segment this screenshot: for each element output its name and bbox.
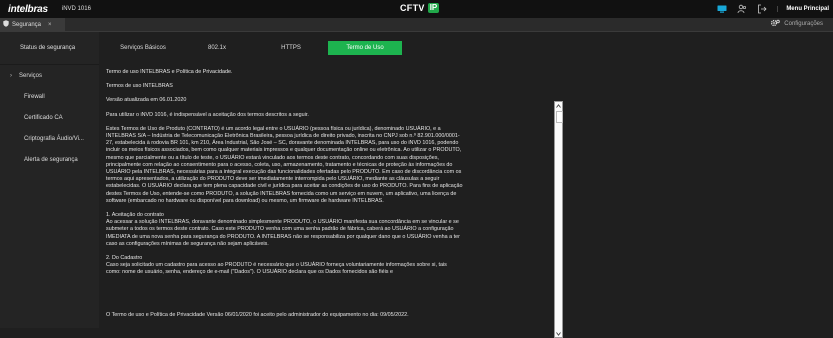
cftv-title: CFTV xyxy=(400,3,425,13)
chevron-right-icon: › xyxy=(10,72,12,79)
ip-badge: IP xyxy=(427,3,440,13)
sidebar-item-ca-certificate[interactable]: Certificado CA xyxy=(0,107,99,128)
users-icon[interactable] xyxy=(737,4,747,14)
chevron-down-icon[interactable] xyxy=(555,330,562,337)
terms-scrollbar[interactable] xyxy=(554,101,563,338)
subtabs: Serviços Básicos 802.1x HTTPS Termo de U… xyxy=(106,41,402,55)
tab-https[interactable]: HTTPS xyxy=(254,41,328,55)
main-panel: Serviços Básicos 802.1x HTTPS Termo de U… xyxy=(99,32,833,338)
sidebar-item-firewall[interactable]: Firewall xyxy=(0,86,99,107)
brand-logo: intelbras xyxy=(8,3,48,15)
tab-basic-services[interactable]: Serviços Básicos xyxy=(106,41,180,55)
terms-acceptance-status: O Termo de uso e Política de Privacidade… xyxy=(106,312,409,318)
terms-section-acceptance: 1. Aceitação do contrato Ao acessar a so… xyxy=(106,212,460,247)
terms-subheading: Termos de uso INTELBRAS xyxy=(106,83,173,90)
scroll-thumb[interactable] xyxy=(556,111,563,123)
terms-version: Versão atualizada em 06.01.2020 xyxy=(106,97,187,104)
terms-section-registration: 2. Do Cadastro Caso seja solicitado um c… xyxy=(106,255,447,276)
sidebar-item-label: Serviços xyxy=(19,72,43,79)
config-link[interactable]: Configurações xyxy=(771,19,823,29)
top-right-actions: Menu Principal xyxy=(717,0,829,18)
cftv-logo: CFTV IP xyxy=(400,3,440,13)
gear-icon xyxy=(771,19,781,29)
shield-icon xyxy=(3,20,9,29)
tab-security[interactable]: Segurança × xyxy=(0,18,65,31)
tab-security-label: Segurança xyxy=(12,21,42,28)
monitor-icon[interactable] xyxy=(717,4,727,14)
terms-heading: Termo de uso INTELBRAS e Política de Pri… xyxy=(106,69,233,75)
terms-intro: Para utilizar o iNVD 1016, é indispensáv… xyxy=(106,111,309,118)
sidebar-item-services[interactable]: › Serviços xyxy=(0,65,99,86)
top-bar: intelbras iNVD 1016 CFTV IP Menu Princip… xyxy=(0,0,833,18)
sidebar-item-status[interactable]: Status de segurança xyxy=(0,32,99,65)
logout-icon[interactable] xyxy=(757,4,767,14)
sidebar-item-security-alert[interactable]: Alerta de segurança xyxy=(0,149,99,170)
tab-8021x[interactable]: 802.1x xyxy=(180,41,254,55)
main-menu-link[interactable]: Menu Principal xyxy=(777,6,829,12)
terms-text-area: Termo de uso INTELBRAS e Política de Pri… xyxy=(106,69,463,323)
sidebar: Status de segurança › Serviços Firewall … xyxy=(0,32,99,328)
config-label: Configurações xyxy=(784,21,823,27)
tab-terms-of-use[interactable]: Termo de Uso xyxy=(328,41,402,55)
sidebar-item-av-encryption[interactable]: Criptografia Áudio/Vi... xyxy=(0,128,99,149)
tab-bar: Segurança × Configurações xyxy=(0,18,833,32)
device-model: iNVD 1016 xyxy=(61,6,91,12)
close-icon[interactable]: × xyxy=(48,22,52,28)
terms-paragraph: Estes Termos de Uso de Produto (CONTRATO… xyxy=(106,125,463,204)
chevron-up-icon[interactable] xyxy=(555,102,562,109)
